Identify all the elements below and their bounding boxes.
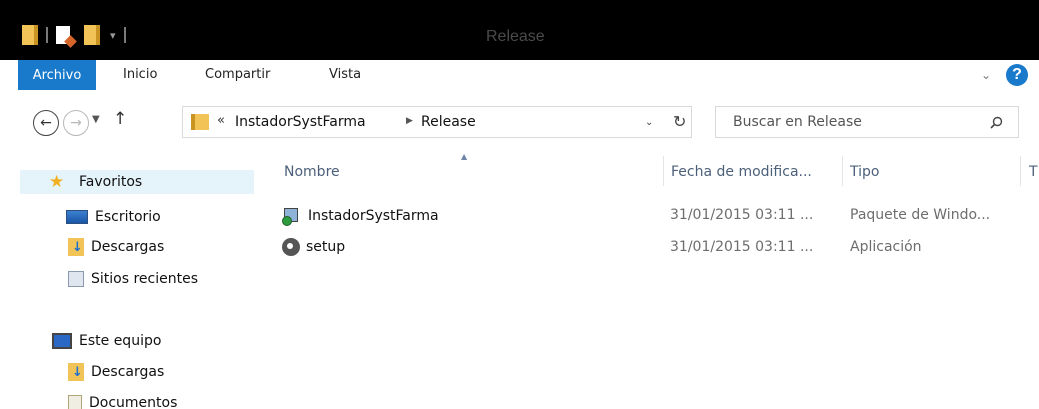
sidebar-item-escritorio[interactable]: Escritorio xyxy=(66,205,161,229)
column-header-nombre[interactable]: Nombre xyxy=(284,164,340,180)
file-list: ▲ Nombre Fecha de modifica... Tipo T Ins… xyxy=(258,150,1039,409)
arrow-left-icon: ← xyxy=(40,115,52,131)
file-type: Paquete de Windo... xyxy=(850,207,991,223)
title-bar: ▾ Release xyxy=(0,0,1039,60)
sidebar-item-documentos[interactable]: Documentos xyxy=(68,391,177,409)
star-icon: ★ xyxy=(49,172,65,192)
toolbar-separator xyxy=(46,27,48,43)
address-bar-row: ← → ▼ ↑ « InstadorSystFarma ▶ Release ⌄ … xyxy=(0,98,1039,148)
sidebar-item-descargas[interactable]: Descargas xyxy=(68,235,164,259)
sidebar-item-favoritos[interactable]: ★ Favoritos xyxy=(20,170,254,194)
up-button[interactable]: ↑ xyxy=(113,109,127,129)
file-name-cell: setup xyxy=(282,238,345,256)
sidebar-item-label: Este equipo xyxy=(79,333,162,349)
breadcrumb-overflow[interactable]: « xyxy=(217,113,225,128)
search-input[interactable] xyxy=(716,107,986,137)
ribbon: Archivo Inicio Compartir Vista ⌄ ? xyxy=(0,60,1039,98)
computer-icon xyxy=(52,333,72,349)
navigation-pane: ★ Favoritos Escritorio Descargas Sitios … xyxy=(0,150,258,409)
sidebar-item-label: Favoritos xyxy=(79,174,143,190)
folder-icon xyxy=(191,114,209,130)
file-type: Aplicación xyxy=(850,239,922,255)
column-divider[interactable] xyxy=(663,156,664,186)
window-title: Release xyxy=(486,28,545,45)
arrow-right-icon: → xyxy=(70,115,82,131)
documents-icon xyxy=(68,394,82,409)
search-icon[interactable] xyxy=(990,116,1003,129)
file-date: 31/01/2015 03:11 ... xyxy=(670,239,814,255)
download-folder-icon xyxy=(68,363,84,381)
sidebar-item-descargas-pc[interactable]: Descargas xyxy=(68,360,164,384)
column-header-fecha[interactable]: Fecha de modifica... xyxy=(671,164,812,180)
recent-places-icon xyxy=(68,271,84,287)
tab-archivo[interactable]: Archivo xyxy=(18,60,96,90)
tab-inicio[interactable]: Inicio xyxy=(123,67,157,82)
new-folder-icon[interactable] xyxy=(84,25,100,45)
table-row[interactable]: setup 31/01/2015 03:11 ... Aplicación xyxy=(282,238,1022,260)
sidebar-item-label: Documentos xyxy=(89,395,178,409)
sidebar-item-label: Escritorio xyxy=(95,209,161,225)
help-icon[interactable]: ? xyxy=(1006,64,1028,86)
customize-toolbar-icon[interactable]: ▾ xyxy=(110,29,116,42)
toolbar-separator xyxy=(123,27,126,43)
sort-ascending-icon: ▲ xyxy=(461,152,468,161)
sidebar-item-label: Sitios recientes xyxy=(91,271,198,287)
sidebar-item-label: Descargas xyxy=(91,364,165,380)
file-name: InstadorSystFarma xyxy=(308,208,439,224)
desktop-icon xyxy=(66,210,88,224)
breadcrumb-item[interactable]: InstadorSystFarma xyxy=(235,114,366,130)
back-button[interactable]: ← xyxy=(33,110,59,136)
arrow-up-icon: ↑ xyxy=(113,109,128,129)
quick-access-toolbar: ▾ xyxy=(22,24,134,46)
expand-ribbon-icon[interactable]: ⌄ xyxy=(981,68,991,82)
search-box[interactable] xyxy=(715,106,1019,138)
address-bar[interactable]: « InstadorSystFarma ▶ Release ⌄ ↻ xyxy=(182,106,692,138)
column-header-tipo[interactable]: Tipo xyxy=(850,164,879,180)
sidebar-item-sitios-recientes[interactable]: Sitios recientes xyxy=(68,267,198,291)
sidebar-item-label: Descargas xyxy=(91,239,165,255)
address-dropdown-icon[interactable]: ⌄ xyxy=(645,117,653,128)
properties-icon[interactable] xyxy=(56,26,70,44)
recent-locations-chevron-icon[interactable]: ▼ xyxy=(92,114,100,125)
table-row[interactable]: InstadorSystFarma 31/01/2015 03:11 ... P… xyxy=(282,206,1022,228)
refresh-icon[interactable]: ↻ xyxy=(673,112,686,131)
tab-vista[interactable]: Vista xyxy=(329,67,361,82)
download-folder-icon xyxy=(68,238,84,256)
file-name: setup xyxy=(306,239,346,255)
column-divider[interactable] xyxy=(842,156,843,186)
sidebar-item-este-equipo[interactable]: Este equipo xyxy=(52,329,161,353)
forward-button[interactable]: → xyxy=(63,110,89,136)
column-divider[interactable] xyxy=(1020,156,1021,186)
setup-app-icon xyxy=(282,238,300,256)
file-date: 31/01/2015 03:11 ... xyxy=(670,207,814,223)
file-name-cell: InstadorSystFarma xyxy=(282,206,439,226)
tab-compartir[interactable]: Compartir xyxy=(205,67,270,82)
folder-icon xyxy=(22,25,38,45)
msi-package-icon xyxy=(282,206,302,226)
breadcrumb-separator-icon[interactable]: ▶ xyxy=(406,116,413,126)
column-header-tamano[interactable]: T xyxy=(1029,164,1039,180)
breadcrumb-item[interactable]: Release xyxy=(421,114,476,130)
